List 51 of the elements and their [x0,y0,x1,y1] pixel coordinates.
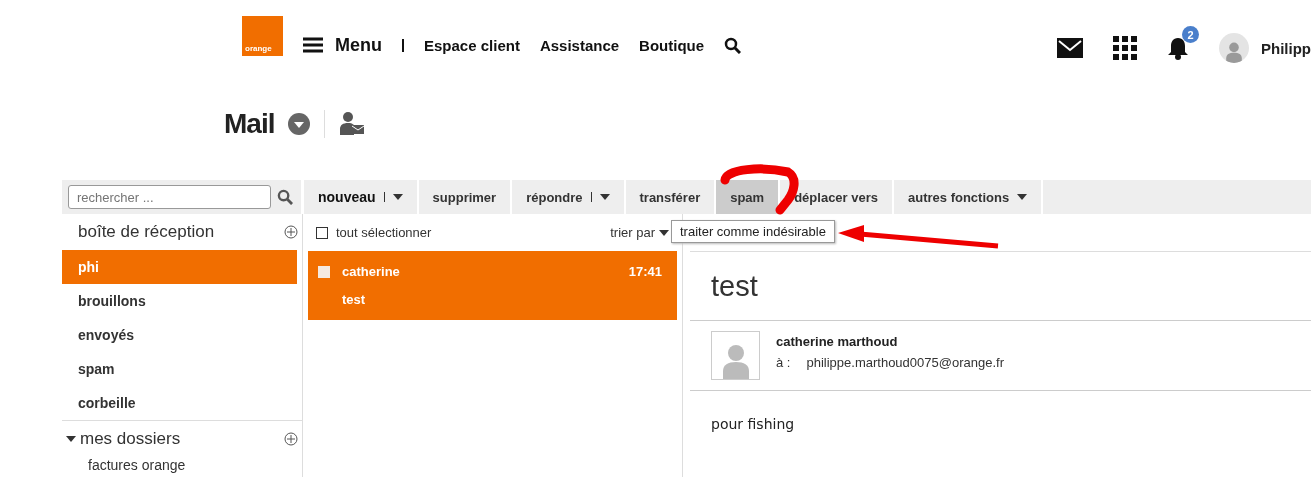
caret-icon [66,435,76,442]
caret-icon [1017,194,1028,200]
message-sender: catherine [342,264,400,279]
recipient-address: philippe.marthoud0075@orange.fr [806,355,1004,370]
contact-mail-icon[interactable] [339,111,366,137]
page-title: Mail [224,108,275,140]
checkbox[interactable] [318,265,330,278]
nav-link[interactable]: Espace client [424,36,520,54]
caret-icon [599,194,610,200]
email-body: pour fishing [710,415,796,432]
select-all-label[interactable]: tout sélectionner [336,225,432,240]
toolbar-button[interactable]: répondre [512,180,626,214]
search-icon[interactable] [277,189,293,205]
toolbar-button[interactable]: nouveau [304,180,419,214]
checkbox[interactable] [316,226,328,239]
toolbar-button[interactable]: autres fonctions [894,180,1044,214]
tooltip: traiter comme indésirable [671,220,835,243]
dropdown-icon[interactable] [288,113,311,135]
message-subject: test [342,292,367,307]
notification-bell-icon[interactable] [1167,36,1189,60]
search-icon[interactable] [724,36,742,54]
folder-item[interactable]: corbeille [62,386,297,420]
folder-item[interactable]: factures orange [62,456,302,474]
caret-icon [392,194,403,200]
email-subject: test [711,270,758,302]
toolbar-button[interactable]: déplacer vers [780,180,894,214]
recipient-label: à : [776,355,791,370]
folder-item[interactable]: brouillons [62,284,297,318]
apps-grid-icon[interactable] [1113,36,1137,60]
avatar-icon[interactable] [1219,33,1249,63]
mail-icon[interactable] [1057,38,1083,58]
add-folder-icon[interactable] [284,431,298,446]
message-time: 17:41 [628,264,662,279]
nav-link[interactable]: Boutique [639,36,705,54]
caret-icon [659,229,669,236]
inbox-heading[interactable]: boîte de réception [78,222,215,242]
folder-item[interactable]: spam [62,352,297,386]
toolbar-button[interactable]: supprimer [418,180,513,214]
nav-link[interactable]: Assistance [539,36,620,54]
folders-heading[interactable]: mes dossiers [80,428,181,449]
search-field[interactable]: rechercher ... [68,185,271,209]
toolbar-button[interactable]: spam [716,180,781,214]
menu-button[interactable]: Menu [303,34,382,56]
user-name[interactable]: Philipp [1261,39,1311,57]
sender-name: catherine marthoud [776,334,899,349]
sender-avatar [711,331,760,380]
sort-button[interactable]: trier par [610,225,669,240]
add-folder-icon[interactable] [284,225,298,239]
menu-icon [303,37,323,53]
notification-badge: 2 [1182,26,1199,43]
folder-item[interactable]: envoyés [62,318,297,352]
